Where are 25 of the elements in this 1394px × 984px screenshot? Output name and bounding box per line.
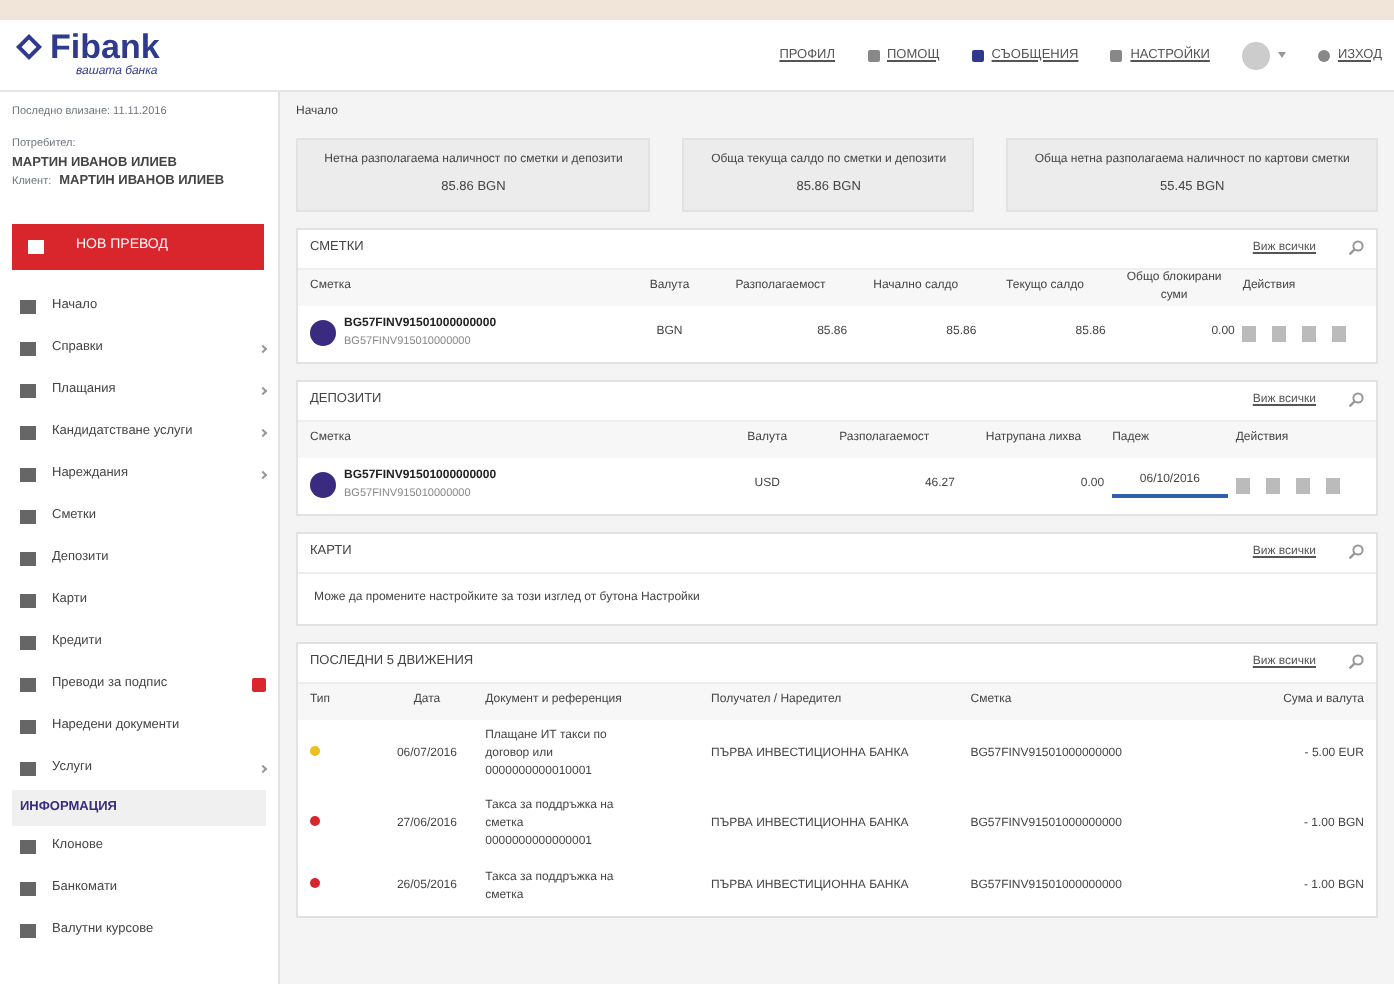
avatar-icon[interactable] xyxy=(1241,41,1270,69)
logo-icon xyxy=(16,33,42,59)
caret-icon[interactable] xyxy=(1277,52,1286,58)
menu-item-icon xyxy=(20,383,36,397)
menu-item-icon xyxy=(20,719,36,733)
menu-item-icon xyxy=(20,677,36,691)
menu-item-icon xyxy=(20,341,36,355)
search-icon[interactable] xyxy=(1348,240,1364,257)
search-icon[interactable] xyxy=(1348,392,1364,409)
menu-item-icon xyxy=(20,551,36,565)
account-icon xyxy=(310,472,336,499)
menu-item-icon xyxy=(20,467,36,481)
menu-item-icon xyxy=(20,839,36,853)
logo: Fibank xyxy=(50,29,160,63)
menu-item-icon xyxy=(20,425,36,439)
search-icon[interactable] xyxy=(1348,544,1364,561)
menu-item-icon xyxy=(20,635,36,649)
account-icon xyxy=(310,320,336,347)
menu-item-icon xyxy=(20,593,36,607)
menu-item-icon xyxy=(20,299,36,313)
menu-item-icon xyxy=(20,509,36,523)
menu-item-icon xyxy=(20,881,36,895)
search-icon[interactable] xyxy=(1348,654,1364,671)
menu-item-icon xyxy=(20,923,36,937)
menu-item-icon xyxy=(20,761,36,775)
